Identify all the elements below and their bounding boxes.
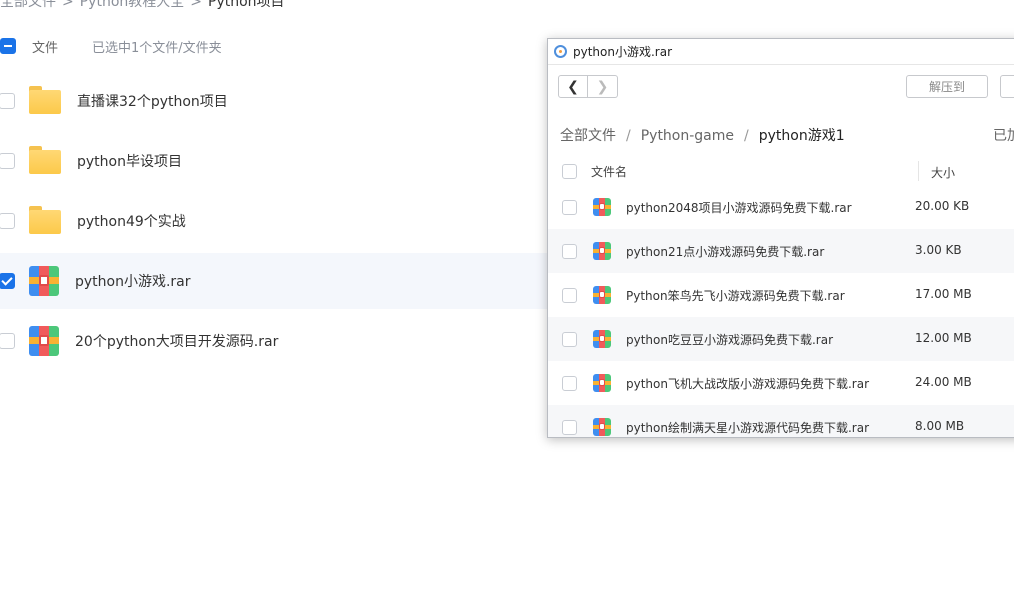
rar-archive-icon [593, 242, 611, 260]
viewer-table-header: 文件名 大小 [548, 157, 1014, 185]
file-manager-page: 全部文件 > Python教程大全 > Python项目 文件 已选中1个文件/文件夹 … [0, 0, 1014, 590]
column-name-header[interactable]: 文件 [32, 37, 58, 56]
breadcrumb-separator: / [626, 128, 631, 144]
archive-viewer-window: python小游戏.rar ❮ ❯ 解压到 全部文件 / Python-game / p… [547, 38, 1014, 438]
rar-archive-icon [593, 286, 611, 304]
breadcrumb-current: Python项目 [208, 0, 285, 10]
archive-entry-name: python绘制满天星小游戏源代码免费下载.rar [626, 421, 870, 435]
row-checkbox-checked[interactable] [0, 273, 15, 289]
row-checkbox[interactable] [562, 331, 577, 347]
file-name[interactable]: python49个实战 [77, 211, 186, 231]
archive-entry-size: 17.00 MB [915, 287, 972, 301]
archive-entry-size: 12.00 MB [915, 331, 972, 345]
archive-entry-name: python2048项目小游戏源码免费下载.rar [626, 201, 852, 215]
selection-count-text: 已选中1个文件/文件夹 [92, 40, 222, 56]
breadcrumb-separator: > [62, 0, 74, 10]
file-row-archive-games[interactable]: python小游戏.rar [0, 253, 560, 309]
rar-archive-icon [593, 374, 611, 392]
back-button[interactable]: ❮ [558, 75, 588, 98]
breadcrumb-separator: > [190, 0, 202, 10]
rar-archive-icon [593, 330, 611, 348]
viewer-crumb-python-game[interactable]: Python-game [641, 128, 734, 144]
viewer-status-text: 已加 [993, 128, 1014, 144]
archive-entry-size: 3.00 KB [915, 243, 962, 257]
archive-entry-name: Python笨鸟先飞小游戏源码免费下载.rar [626, 289, 845, 303]
window-title-bar[interactable]: python小游戏.rar [548, 39, 1014, 65]
folder-icon [29, 86, 61, 116]
table-row[interactable]: python21点小游戏源码免费下载.rar 3.00 KB [548, 229, 1014, 273]
row-checkbox[interactable] [562, 375, 577, 391]
rar-archive-icon [593, 198, 611, 216]
secondary-toolbar-button[interactable] [1000, 75, 1014, 98]
archive-entry-name: python飞机大战改版小游戏源码免费下载.rar [626, 377, 870, 391]
row-checkbox[interactable] [562, 199, 577, 215]
archive-entry-size: 24.00 MB [915, 375, 972, 389]
file-row-archive-big-projects[interactable]: 20个python大项目开发源码.rar [0, 313, 560, 369]
chevron-right-icon: ❯ [596, 78, 609, 95]
row-checkbox[interactable] [0, 93, 15, 109]
table-row[interactable]: python吃豆豆小游戏源码免费下载.rar 12.00 MB [548, 317, 1014, 361]
rar-archive-icon [29, 326, 59, 356]
rar-archive-icon [29, 266, 59, 296]
file-row-folder-livestream[interactable]: 直播课32个python项目 [0, 73, 560, 129]
folder-icon [29, 146, 61, 176]
archive-entry-name: python吃豆豆小游戏源码免费下载.rar [626, 333, 834, 347]
file-list-header: 文件 已选中1个文件/文件夹 [0, 36, 540, 56]
column-divider[interactable] [918, 161, 919, 181]
row-checkbox[interactable] [562, 243, 577, 259]
file-name[interactable]: 直播课32个python项目 [77, 91, 228, 111]
column-filename-header[interactable]: 文件名 [591, 163, 627, 180]
extract-to-button[interactable]: 解压到 [906, 75, 988, 98]
select-all-checkbox[interactable] [0, 38, 16, 54]
viewer-toolbar: ❮ ❯ 解压到 [548, 65, 1014, 109]
row-checkbox[interactable] [0, 153, 15, 169]
table-row[interactable]: python绘制满天星小游戏源代码免费下载.rar 8.00 MB [548, 405, 1014, 437]
table-row[interactable]: python飞机大战改版小游戏源码免费下载.rar 24.00 MB [548, 361, 1014, 405]
file-name[interactable]: python毕设项目 [77, 151, 182, 171]
table-row[interactable]: Python笨鸟先飞小游戏源码免费下载.rar 17.00 MB [548, 273, 1014, 317]
archive-entry-size: 8.00 MB [915, 419, 965, 433]
row-checkbox[interactable] [0, 213, 15, 229]
file-row-folder-practice[interactable]: python49个实战 [0, 193, 560, 249]
breadcrumb-item-all-files[interactable]: 全部文件 [0, 0, 56, 10]
file-row-folder-graduation[interactable]: python毕设项目 [0, 133, 560, 189]
viewer-breadcrumb: 全部文件 / Python-game / python游戏1 [560, 125, 845, 145]
table-row[interactable]: python2048项目小游戏源码免费下载.rar 20.00 KB [548, 185, 1014, 229]
viewer-crumb-current: python游戏1 [758, 128, 845, 144]
archive-app-icon [554, 45, 567, 58]
forward-button[interactable]: ❯ [588, 75, 618, 98]
row-checkbox[interactable] [562, 419, 577, 435]
rar-archive-icon [593, 418, 611, 436]
file-name[interactable]: python小游戏.rar [75, 271, 191, 291]
breadcrumb-separator: / [744, 128, 749, 144]
viewer-crumb-all-files[interactable]: 全部文件 [560, 128, 616, 144]
row-checkbox[interactable] [0, 333, 15, 349]
window-title: python小游戏.rar [573, 45, 673, 59]
file-name[interactable]: 20个python大项目开发源码.rar [75, 331, 278, 351]
viewer-select-all-checkbox[interactable] [562, 163, 577, 179]
chevron-left-icon: ❮ [567, 78, 579, 95]
folder-icon [29, 206, 61, 236]
column-size-header[interactable]: 大小 [931, 164, 955, 181]
row-checkbox[interactable] [562, 287, 577, 303]
archive-entry-name: python21点小游戏源码免费下载.rar [626, 245, 825, 259]
breadcrumb-item-tutorials[interactable]: Python教程大全 [80, 0, 185, 10]
archive-entry-size: 20.00 KB [915, 199, 970, 213]
breadcrumb: 全部文件 > Python教程大全 > Python项目 [0, 0, 285, 11]
